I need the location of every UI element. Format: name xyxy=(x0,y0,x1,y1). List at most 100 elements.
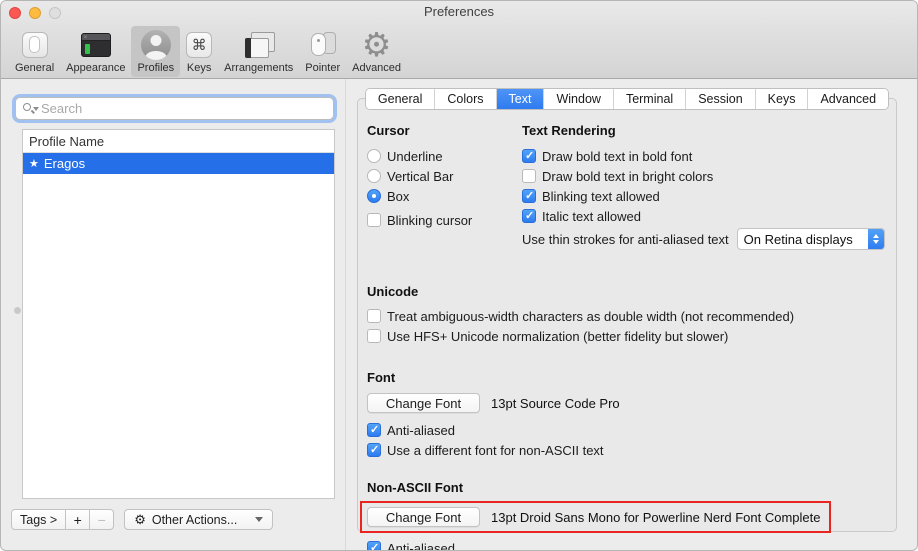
section-title: Text Rendering xyxy=(522,123,886,138)
remove-profile-button[interactable]: − xyxy=(90,509,114,530)
profile-person-icon xyxy=(141,28,171,61)
thin-strokes-row: Use thin strokes for anti-aliased text O… xyxy=(522,228,886,250)
section-title: Non-ASCII Font xyxy=(367,480,886,495)
preferences-toolbar: General × Appearance Profiles ⌘ Keys Arr… xyxy=(1,23,917,79)
tab-colors[interactable]: Colors xyxy=(435,89,496,109)
gear-icon: ⚙ xyxy=(134,512,146,528)
search-icon xyxy=(22,102,35,115)
add-profile-button[interactable]: + xyxy=(66,509,90,530)
toolbar-item-general[interactable]: General xyxy=(9,26,60,77)
stepper-arrows-icon xyxy=(868,228,884,250)
checkbox-anti-aliased[interactable]: Anti-aliased xyxy=(367,422,886,438)
profile-row-eragos[interactable]: ★ Eragos xyxy=(23,153,334,174)
checkbox-blinking-cursor[interactable]: Blinking cursor xyxy=(367,212,522,228)
command-key-icon: ⌘ xyxy=(186,28,212,61)
checkbox-bold-font[interactable]: Draw bold text in bold font xyxy=(522,148,886,164)
non-ascii-font-section: Non-ASCII Font Change Font 13pt Droid Sa… xyxy=(367,480,886,551)
tab-general[interactable]: General xyxy=(366,89,435,109)
checkbox-blinking-text[interactable]: Blinking text allowed xyxy=(522,188,886,204)
checkbox-icon xyxy=(522,189,536,203)
checkbox-icon xyxy=(367,443,381,457)
profile-name: Eragos xyxy=(44,156,85,171)
tab-text[interactable]: Text xyxy=(497,89,545,109)
section-title: Cursor xyxy=(367,123,522,138)
section-title: Font xyxy=(367,370,886,385)
toolbar-item-label: Advanced xyxy=(352,62,401,74)
non-ascii-font-value: 13pt Droid Sans Mono for Powerline Nerd … xyxy=(491,510,821,525)
tab-terminal[interactable]: Terminal xyxy=(614,89,686,109)
other-actions-label: Other Actions... xyxy=(152,513,237,527)
toolbar-item-advanced[interactable]: ⚙ Advanced xyxy=(346,26,407,77)
tab-advanced[interactable]: Advanced xyxy=(808,89,888,109)
checkbox-italic-text[interactable]: Italic text allowed xyxy=(522,208,886,224)
thin-strokes-dropdown[interactable]: On Retina displays xyxy=(737,228,885,250)
tab-window[interactable]: Window xyxy=(544,89,613,109)
checkbox-hfs-normalization[interactable]: Use HFS+ Unicode normalization (better f… xyxy=(367,328,886,344)
radio-icon xyxy=(367,169,381,183)
checkbox-non-ascii-anti-aliased[interactable]: Anti-aliased xyxy=(367,540,886,551)
checkbox-icon xyxy=(367,423,381,437)
toolbar-item-label: Profiles xyxy=(137,62,174,74)
tab-keys[interactable]: Keys xyxy=(756,89,809,109)
toolbar-item-appearance[interactable]: × Appearance xyxy=(60,26,131,77)
radio-vertical-bar[interactable]: Vertical Bar xyxy=(367,168,522,184)
cursor-section: Cursor Underline Vertical Bar Box xyxy=(367,123,522,254)
unicode-section: Unicode Treat ambiguous-width characters… xyxy=(367,284,886,344)
profile-list: Profile Name ★ Eragos xyxy=(22,129,335,499)
section-title: Unicode xyxy=(367,284,886,299)
profile-settings-panel: General Colors Text Window Terminal Sess… xyxy=(346,79,917,551)
appearance-window-icon: × xyxy=(81,28,111,61)
radio-icon xyxy=(367,189,381,203)
profile-list-header: Profile Name xyxy=(23,130,334,153)
arrangements-windows-icon xyxy=(243,28,275,61)
toolbar-item-arrangements[interactable]: Arrangements xyxy=(218,26,299,77)
tags-button[interactable]: Tags > xyxy=(11,509,66,530)
toolbar-item-profiles[interactable]: Profiles xyxy=(131,26,180,77)
radio-box[interactable]: Box xyxy=(367,188,522,204)
chevron-down-icon xyxy=(255,517,263,522)
search-placeholder: Search xyxy=(41,101,82,116)
toolbar-item-keys[interactable]: ⌘ Keys xyxy=(180,26,218,77)
toolbar-item-label: Appearance xyxy=(66,62,125,74)
advanced-gear-icon: ⚙ xyxy=(362,28,392,61)
font-row: Change Font 13pt Source Code Pro xyxy=(367,393,886,413)
toggle-switch-icon xyxy=(22,28,48,61)
pointer-mouse-icon xyxy=(308,28,338,61)
toolbar-item-pointer[interactable]: Pointer xyxy=(299,26,346,77)
window-title: Preferences xyxy=(1,4,917,19)
other-actions-button[interactable]: ⚙ Other Actions... xyxy=(124,509,273,530)
profile-tabs: General Colors Text Window Terminal Sess… xyxy=(357,88,897,110)
star-icon: ★ xyxy=(29,157,39,170)
change-non-ascii-font-button[interactable]: Change Font xyxy=(367,507,480,527)
checkbox-icon xyxy=(522,209,536,223)
toolbar-item-label: Arrangements xyxy=(224,62,293,74)
checkbox-icon xyxy=(522,149,536,163)
checkbox-icon xyxy=(367,213,381,227)
font-value: 13pt Source Code Pro xyxy=(491,396,620,411)
divider-dimple xyxy=(14,307,21,314)
preferences-window: Preferences General × Appearance Profile… xyxy=(0,0,918,551)
checkbox-icon xyxy=(367,541,381,551)
change-font-button[interactable]: Change Font xyxy=(367,393,480,413)
profiles-sidebar: Search Profile Name ★ Eragos Tags > + − … xyxy=(1,79,346,551)
checkbox-icon xyxy=(367,329,381,343)
checkbox-bright-colors[interactable]: Draw bold text in bright colors xyxy=(522,168,886,184)
toolbar-item-label: General xyxy=(15,62,54,74)
profile-list-footer: Tags > + − ⚙ Other Actions... xyxy=(11,509,273,530)
font-section: Font Change Font 13pt Source Code Pro An… xyxy=(367,370,886,458)
text-rendering-section: Text Rendering Draw bold text in bold fo… xyxy=(522,123,886,254)
checkbox-different-font-non-ascii[interactable]: Use a different font for non-ASCII text xyxy=(367,442,886,458)
text-tab-pane: Cursor Underline Vertical Bar Box xyxy=(357,98,897,532)
checkbox-icon xyxy=(367,309,381,323)
toolbar-item-label: Keys xyxy=(187,62,211,74)
radio-icon xyxy=(367,149,381,163)
checkbox-ambiguous-width[interactable]: Treat ambiguous-width characters as doub… xyxy=(367,308,886,324)
checkbox-icon xyxy=(522,169,536,183)
search-input[interactable]: Search xyxy=(15,97,334,120)
radio-underline[interactable]: Underline xyxy=(367,148,522,164)
tab-session[interactable]: Session xyxy=(686,89,755,109)
toolbar-item-label: Pointer xyxy=(305,62,340,74)
title-bar: Preferences xyxy=(1,1,917,23)
highlight-box: Change Font 13pt Droid Sans Mono for Pow… xyxy=(360,501,831,533)
thin-strokes-label: Use thin strokes for anti-aliased text xyxy=(522,232,729,247)
